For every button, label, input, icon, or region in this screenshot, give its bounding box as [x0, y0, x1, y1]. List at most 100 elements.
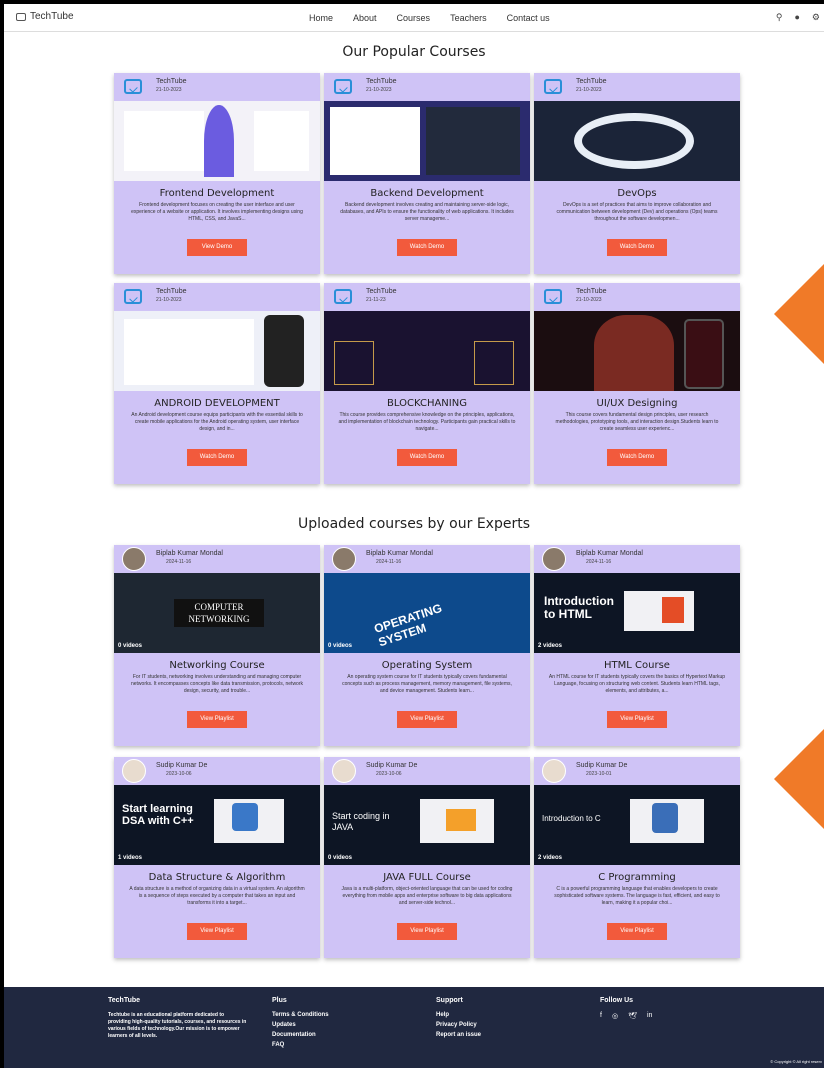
upload-date: 2023-10-01 — [586, 771, 612, 777]
techtube-icon — [124, 289, 142, 304]
footer-link-documentation[interactable]: Documentation — [272, 1032, 329, 1038]
author-name: Biplab Kumar Mondal — [366, 550, 433, 557]
nav-link-contact[interactable]: Contact us — [507, 13, 550, 23]
nav-link-courses[interactable]: Courses — [397, 13, 431, 23]
watch-demo-button[interactable]: Watch Demo — [397, 239, 457, 256]
nav-link-home[interactable]: Home — [309, 13, 333, 23]
view-playlist-button[interactable]: View Playlist — [397, 711, 457, 728]
playlist-thumbnail[interactable]: Start learning DSA with C++ 1 videos — [114, 785, 320, 865]
playlist-thumbnail[interactable]: Introduction to HTML 2 videos — [534, 573, 740, 653]
techtube-icon — [544, 79, 562, 94]
decorative-arrow — [774, 259, 824, 369]
nav-link-teachers[interactable]: Teachers — [450, 13, 487, 23]
playlist-card: Sudip Kumar De 2023-10-06 Start coding i… — [324, 757, 530, 958]
twitter-icon[interactable]: 🕊 — [628, 1012, 637, 1020]
card-brand: TechTube — [366, 288, 397, 295]
view-playlist-button[interactable]: View Playlist — [187, 923, 247, 940]
decorative-arrow — [774, 724, 824, 834]
playlist-thumbnail[interactable]: Start coding in JAVA 0 videos — [324, 785, 530, 865]
view-playlist-button[interactable]: View Playlist — [607, 711, 667, 728]
card-brand: TechTube — [156, 78, 187, 85]
logo-text: TechTube — [30, 11, 74, 22]
upload-date: 2023-10-06 — [166, 771, 192, 777]
footer-link-updates[interactable]: Updates — [272, 1022, 329, 1028]
page: TechTube Home About Courses Teachers Con… — [4, 4, 824, 1068]
view-playlist-button[interactable]: View Playlist — [397, 923, 457, 940]
card-title: C Programming — [598, 872, 676, 883]
playlist-card: Biplab Kumar Mondal 2024-11-16 COMPUTER … — [114, 545, 320, 746]
instagram-icon[interactable]: ◎ — [612, 1012, 618, 1020]
card-brand: TechTube — [156, 288, 187, 295]
footer-brand: TechTube — [108, 997, 141, 1004]
thumbnail-text: Introduction to C — [542, 814, 601, 823]
footer-link-faq[interactable]: FAQ — [272, 1042, 329, 1048]
thumbnail-text: Start learning DSA with C++ — [122, 803, 194, 827]
java-icon — [446, 809, 476, 831]
footer-col-heading: Support — [436, 997, 463, 1004]
playlist-thumbnail[interactable]: COMPUTER NETWORKING 0 videos — [114, 573, 320, 653]
logo[interactable]: TechTube — [16, 11, 74, 22]
playlist-thumbnail[interactable]: OPERATING SYSTEM 0 videos — [324, 573, 530, 653]
card-description: Java is a multi-platform, object-oriente… — [341, 886, 513, 906]
author-name: Sudip Kumar De — [156, 762, 208, 769]
popular-courses-title: Our Popular Courses — [342, 44, 486, 60]
author-name: Sudip Kumar De — [576, 762, 628, 769]
course-thumbnail[interactable] — [114, 101, 320, 181]
watch-demo-button[interactable]: Watch Demo — [187, 449, 247, 466]
upload-date: 2024-11-16 — [166, 559, 192, 565]
card-description: An Android development course equips par… — [131, 412, 303, 432]
course-thumbnail[interactable] — [114, 311, 320, 391]
nav-link-about[interactable]: About — [353, 13, 377, 23]
playlist-card: Biplab Kumar Mondal 2024-11-16 OPERATING… — [324, 545, 530, 746]
upload-date: 2024-11-16 — [586, 559, 612, 565]
card-description: An operating system course for IT studen… — [342, 674, 512, 694]
techtube-icon — [124, 79, 142, 94]
search-icon[interactable]: ⚲ — [776, 12, 783, 23]
video-count: 0 videos — [328, 643, 353, 649]
view-playlist-button[interactable]: View Playlist — [187, 711, 247, 728]
cpp-icon — [232, 803, 258, 831]
facebook-icon[interactable]: f — [600, 1012, 602, 1020]
course-thumbnail[interactable] — [324, 311, 530, 391]
card-title: HTML Course — [604, 660, 670, 671]
card-brand: TechTube — [576, 288, 607, 295]
upload-date: 2023-10-06 — [376, 771, 402, 777]
thumbnail-text: OPERATING SYSTEM — [372, 600, 444, 650]
watch-demo-button[interactable]: Watch Demo — [607, 239, 667, 256]
author-avatar — [332, 547, 356, 571]
watch-demo-button[interactable]: Watch Demo — [607, 449, 667, 466]
thumbnail-text: Introduction to HTML — [544, 594, 614, 621]
view-playlist-button[interactable]: View Playlist — [607, 923, 667, 940]
card-date: 21-10-2023 — [576, 297, 602, 303]
playlist-thumbnail[interactable]: Introduction to C 2 videos — [534, 785, 740, 865]
course-card: TechTube 21-10-2023 Backend Development … — [324, 73, 530, 274]
author-name: Biplab Kumar Mondal — [576, 550, 643, 557]
tv-icon — [16, 12, 26, 21]
video-count: 2 videos — [538, 643, 563, 649]
card-description: This course provides comprehensive knowl… — [338, 412, 516, 432]
techtube-icon — [544, 289, 562, 304]
footer-col-follow: Follow Us f ◎ 🕊 in — [600, 997, 652, 1020]
footer-link-help[interactable]: Help — [436, 1012, 481, 1018]
course-thumbnail[interactable] — [534, 101, 740, 181]
card-description: An HTML course for IT students typically… — [548, 674, 726, 694]
footer-link-terms[interactable]: Terms & Conditions — [272, 1012, 329, 1018]
footer-link-report[interactable]: Report an issue — [436, 1032, 481, 1038]
view-demo-button[interactable]: View Demo — [187, 239, 247, 256]
navbar: TechTube Home About Courses Teachers Con… — [4, 4, 824, 32]
author-name: Sudip Kumar De — [366, 762, 418, 769]
watch-demo-button[interactable]: Watch Demo — [397, 449, 457, 466]
course-thumbnail[interactable] — [534, 311, 740, 391]
footer-about-text: Techtube is an educational platform dedi… — [108, 1012, 247, 1039]
footer-link-privacy[interactable]: Privacy Policy — [436, 1022, 481, 1028]
video-count: 1 videos — [118, 855, 143, 861]
user-icon[interactable]: ● — [794, 12, 799, 23]
techtube-icon — [334, 79, 352, 94]
linkedin-icon[interactable]: in — [647, 1012, 652, 1020]
settings-icon[interactable]: ⚙ — [812, 12, 820, 23]
course-thumbnail[interactable] — [324, 101, 530, 181]
card-title: Networking Course — [169, 660, 265, 671]
html5-icon — [662, 597, 684, 623]
author-avatar — [542, 547, 566, 571]
card-title: UI/UX Designing — [596, 398, 678, 409]
